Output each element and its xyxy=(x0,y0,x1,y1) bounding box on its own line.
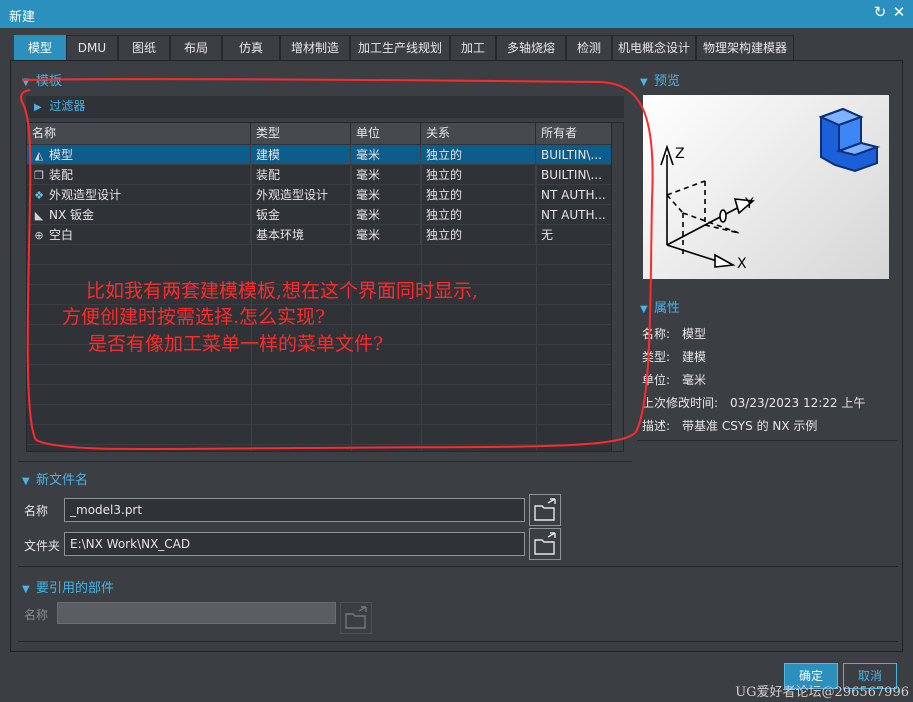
annotation-line-2: 方便创建时按需选择.怎么实现? xyxy=(62,306,326,328)
watermark: UG爱好者论坛@296567996 xyxy=(735,685,909,700)
annotation-line-3: 是否有像加工菜单一样的菜单文件? xyxy=(88,333,384,355)
annotation-line-1: 比如我有两套建模模板,想在这个界面同时显示, xyxy=(86,280,479,302)
